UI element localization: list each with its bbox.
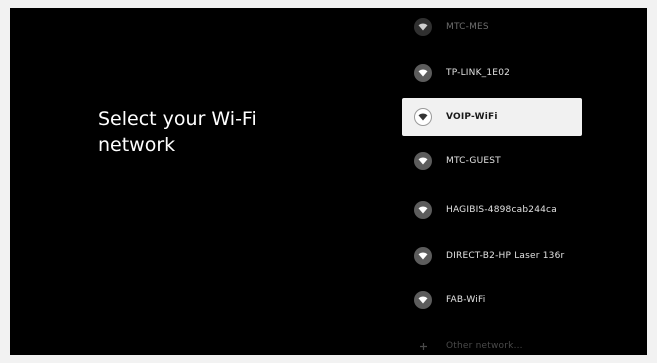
wifi-icon <box>414 18 432 36</box>
network-label: TP-LINK_1E02 <box>446 68 511 78</box>
wifi-icon <box>414 64 432 82</box>
wifi-icon <box>414 291 432 309</box>
network-label: VOIP-WiFi <box>446 112 498 122</box>
network-item-fab-wifi[interactable]: FAB-WiFi <box>402 281 582 319</box>
plus-icon <box>414 337 432 355</box>
network-label: Other network... <box>446 341 523 351</box>
network-item-other[interactable]: Other network... <box>402 327 582 355</box>
page-title: Select your Wi-Fi network <box>98 108 257 156</box>
network-label: MTC-GUEST <box>446 156 501 166</box>
network-item-tp-link[interactable]: TP-LINK_1E02 <box>402 54 582 92</box>
wifi-icon <box>414 201 432 219</box>
wifi-icon <box>414 247 432 265</box>
network-item-voip-wifi[interactable]: VOIP-WiFi <box>402 98 582 136</box>
network-item-mtc-guest[interactable]: MTC-GUEST <box>402 142 582 180</box>
network-item-direct-hp[interactable]: DIRECT-B2-HP Laser 136r <box>402 237 582 275</box>
tv-screen: Select your Wi-Fi network MTC-MES TP-LIN… <box>10 8 647 355</box>
wifi-icon <box>414 108 432 126</box>
network-label: FAB-WiFi <box>446 295 486 305</box>
wifi-icon <box>414 152 432 170</box>
network-item-mtc-mes[interactable]: MTC-MES <box>402 8 582 46</box>
network-label: DIRECT-B2-HP Laser 136r <box>446 251 565 261</box>
network-item-hagibis[interactable]: HAGIBIS-4898cab244ca <box>402 191 582 229</box>
network-label: HAGIBIS-4898cab244ca <box>446 205 557 215</box>
network-label: MTC-MES <box>446 22 489 32</box>
